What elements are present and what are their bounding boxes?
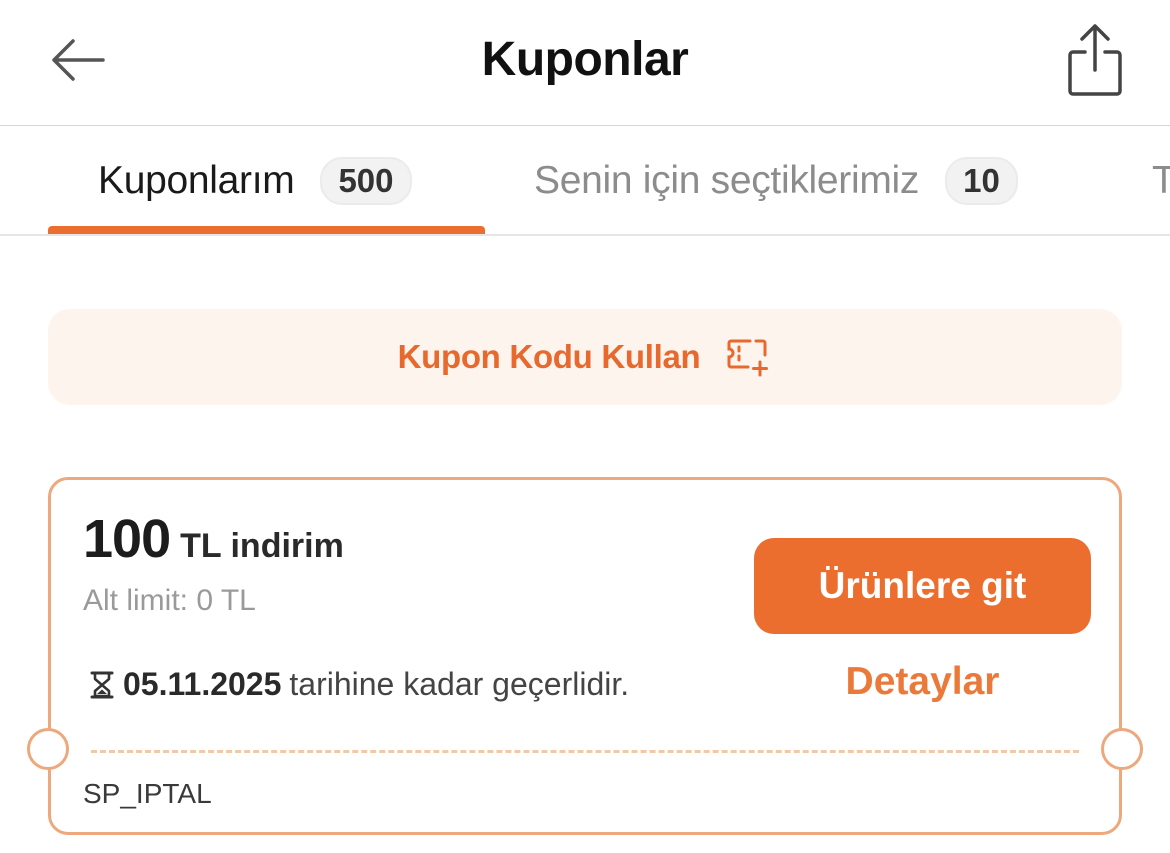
share-icon	[1068, 24, 1122, 96]
go-to-products-button[interactable]: Ürünlere git	[754, 538, 1091, 634]
coupon-amount-row: 100 TL indirim	[83, 508, 344, 570]
tab-senin-icin-sectiklerimiz[interactable]: Senin için seçtiklerimiz 10	[534, 126, 1018, 234]
tab-kuponlarim[interactable]: Kuponlarım 500	[98, 126, 412, 234]
coupon-min-limit: Alt limit: 0 TL	[83, 584, 256, 617]
page-title: Kuponlar	[481, 33, 689, 86]
coupon-amount: 100	[83, 509, 171, 569]
coupon-card: 100 TL indirim Alt limit: 0 TL 05.11.202…	[27, 477, 1143, 835]
coupon-code: SP_IPTAL	[83, 778, 212, 809]
coupon-amount-suffix: TL indirim	[180, 527, 344, 565]
use-coupon-code-button[interactable]: Kupon Kodu Kullan	[48, 309, 1122, 405]
ticket-perforation	[91, 750, 1079, 753]
ticket-notch-right	[1101, 728, 1143, 770]
tab-third-partial[interactable]: T	[1152, 126, 1170, 234]
tab-label: Kuponlarım	[98, 159, 295, 202]
coupon-valid-text: tarihine kadar geçerlidir.	[289, 666, 630, 702]
coupon-valid-date: 05.11.2025	[123, 666, 282, 702]
coupon-validity: 05.11.2025 tarihine kadar geçerlidir.	[87, 666, 629, 703]
coupon-details-link[interactable]: Detaylar	[754, 660, 1091, 704]
coupon-add-icon	[726, 337, 772, 377]
tab-label: Senin için seçtiklerimiz	[534, 159, 920, 202]
top-nav-bar: Kuponlar	[0, 0, 1170, 126]
tab-label: T	[1152, 159, 1170, 203]
hourglass-icon	[87, 670, 117, 700]
coupon-tabs: Kuponlarım 500 Senin için seçtiklerimiz …	[0, 126, 1170, 236]
use-coupon-code-label: Kupon Kodu Kullan	[397, 338, 701, 375]
share-button[interactable]	[1060, 20, 1130, 100]
ticket-notch-left	[27, 728, 69, 770]
tab-count-badge: 10	[945, 157, 1018, 205]
active-tab-indicator	[48, 226, 485, 234]
coupons-page: Kuponlar Kuponlarım 500 Senin için seçti…	[0, 0, 1170, 853]
tab-count-badge: 500	[320, 157, 412, 205]
